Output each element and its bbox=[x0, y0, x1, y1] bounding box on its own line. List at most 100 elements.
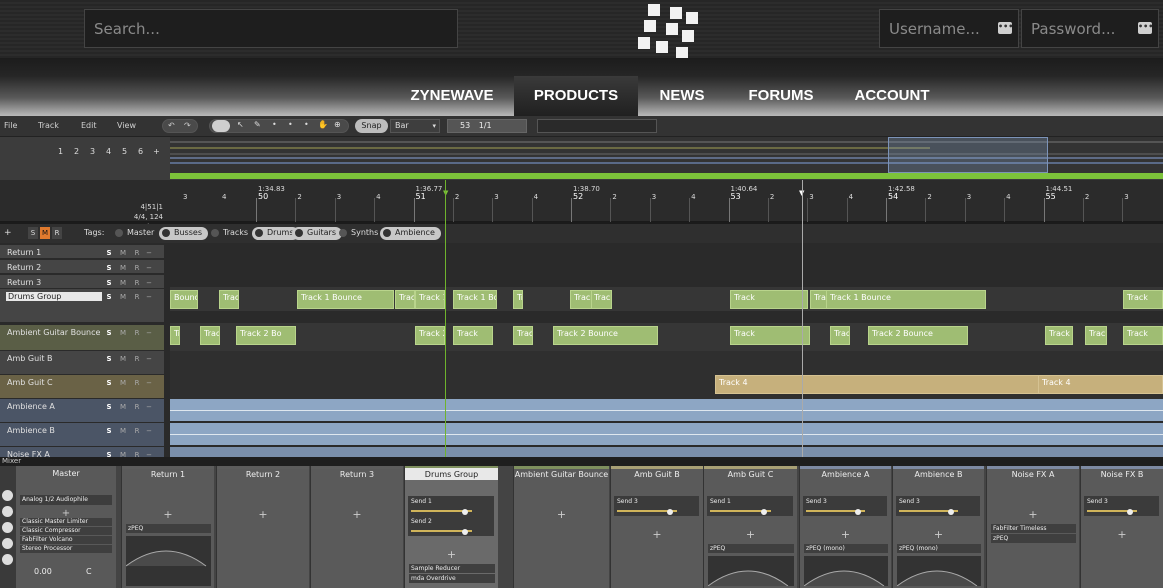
clip[interactable]: Track bbox=[395, 290, 415, 309]
erase-tool-icon[interactable]: • bbox=[272, 120, 277, 129]
clip[interactable]: Track 1 Bo bbox=[453, 290, 497, 309]
send-level-knob[interactable] bbox=[667, 509, 673, 515]
add-plugin-icon[interactable]: + bbox=[800, 528, 891, 541]
tag-tracks[interactable]: Tracks bbox=[208, 227, 254, 240]
track-solo-button[interactable]: S bbox=[104, 426, 114, 437]
tag-master[interactable]: Master bbox=[112, 227, 160, 240]
overview-map[interactable] bbox=[170, 137, 1163, 173]
plugin-slot[interactable]: zPEQ bbox=[708, 544, 794, 553]
add-plugin-icon[interactable]: + bbox=[311, 508, 403, 521]
playhead[interactable] bbox=[445, 180, 446, 457]
track-header[interactable]: Amb Guit C S M R − bbox=[0, 375, 164, 399]
screen-6[interactable]: 6 bbox=[134, 145, 147, 158]
tag-busses[interactable]: Busses bbox=[159, 227, 208, 240]
send-level-knob[interactable] bbox=[948, 509, 954, 515]
nav-news[interactable]: NEWS bbox=[644, 76, 720, 116]
undo-redo-group[interactable]: ↶ ↷ bbox=[162, 119, 198, 133]
add-plugin-icon[interactable]: + bbox=[987, 508, 1079, 521]
screen-5[interactable]: 5 bbox=[118, 145, 131, 158]
track-record-button[interactable]: R bbox=[132, 278, 142, 289]
track-record-button[interactable]: R bbox=[132, 450, 142, 457]
track-options-icon[interactable]: − bbox=[144, 378, 154, 389]
track-record-button[interactable]: R bbox=[132, 402, 142, 413]
clip[interactable]: Track 4 bbox=[1038, 375, 1163, 394]
master-plugin-4[interactable]: Stereo Processor bbox=[20, 545, 112, 553]
track-mute-button[interactable]: M bbox=[118, 426, 128, 437]
clip[interactable]: Track bbox=[453, 326, 493, 345]
menu-edit[interactable]: Edit bbox=[81, 121, 97, 130]
clip[interactable]: Bounce bbox=[170, 290, 198, 309]
track-options-icon[interactable]: − bbox=[144, 292, 154, 303]
clip[interactable]: Track 1 Bo bbox=[513, 290, 523, 309]
tag-ambience[interactable]: Ambience bbox=[380, 227, 441, 240]
screen-4[interactable]: 4 bbox=[102, 145, 115, 158]
plugin-slot[interactable]: mda Overdrive bbox=[409, 574, 495, 583]
track-header[interactable]: Amb Guit B S M R − bbox=[0, 351, 164, 375]
send-slot[interactable]: Send 3 bbox=[896, 496, 980, 516]
clip[interactable]: Track 2 Bounce bbox=[553, 326, 658, 345]
grid-select[interactable]: Bar ▾ bbox=[390, 119, 440, 133]
screen-3[interactable]: 3 bbox=[86, 145, 99, 158]
ambience-lanes[interactable] bbox=[170, 399, 1163, 457]
clip[interactable]: Track 1 Bo bbox=[415, 290, 445, 309]
track-solo-button[interactable]: S bbox=[104, 248, 114, 259]
track-record-button[interactable]: R bbox=[132, 354, 142, 365]
clip[interactable]: Track 4 bbox=[715, 375, 1045, 394]
plugin-slot[interactable]: zPEQ (mono) bbox=[804, 544, 888, 553]
send-slot[interactable]: Send 2 bbox=[408, 516, 494, 536]
clip[interactable]: Track 2 Bounce bbox=[868, 326, 968, 345]
track-mute-button[interactable]: M bbox=[118, 378, 128, 389]
username-field[interactable]: Username... ••• bbox=[879, 9, 1019, 48]
track-header[interactable]: Return 1 S M R − bbox=[0, 245, 164, 259]
track-solo-button[interactable]: S bbox=[104, 450, 114, 457]
ambguitb-lane[interactable] bbox=[170, 351, 1163, 375]
site-logo[interactable] bbox=[636, 1, 700, 59]
plugin-slot[interactable]: FabFilter Timeless bbox=[991, 524, 1076, 533]
tags-solo-button[interactable]: S bbox=[28, 227, 38, 239]
track-record-button[interactable]: R bbox=[132, 426, 142, 437]
tags-mute-button[interactable]: M bbox=[40, 227, 50, 239]
glue-tool-icon[interactable]: • bbox=[304, 120, 309, 129]
plugin-slot[interactable]: zPEQ bbox=[991, 534, 1076, 543]
track-options-icon[interactable]: − bbox=[144, 248, 154, 259]
split-tool-icon[interactable]: • bbox=[288, 120, 293, 129]
track-solo-button[interactable]: S bbox=[104, 278, 114, 289]
master-plugin-1[interactable]: Classic Master Limiter bbox=[20, 518, 112, 526]
track-record-button[interactable]: R bbox=[132, 328, 142, 339]
track-mute-button[interactable]: M bbox=[118, 248, 128, 259]
nav-account[interactable]: ACCOUNT bbox=[842, 76, 942, 116]
overview-viewport[interactable] bbox=[888, 137, 1048, 173]
timeline-ruler[interactable]: 4|51|1 4/4, 124 bpm 1:34.83502341:36.775… bbox=[0, 180, 1163, 231]
track-mute-button[interactable]: M bbox=[118, 328, 128, 339]
drums-lane[interactable]: BounceTrackTrack 1 BounceTrackTrack 1 Bo… bbox=[170, 287, 1163, 311]
master-preset-select[interactable]: Analog 1/2 Audiophile bbox=[20, 495, 112, 505]
clip[interactable]: Track 2 Bo bbox=[415, 326, 445, 345]
pointer-tool-icon[interactable]: ↖ bbox=[237, 120, 244, 129]
send-slot[interactable]: Send 1 bbox=[707, 496, 793, 516]
clip[interactable]: Track bbox=[1085, 326, 1107, 345]
clip[interactable]: Track 2 Bo bbox=[236, 326, 296, 345]
track-header[interactable]: Return 3 S M R − bbox=[0, 275, 164, 289]
track-header[interactable]: Ambience A S M R − bbox=[0, 399, 164, 423]
track-options-icon[interactable]: − bbox=[144, 354, 154, 365]
track-solo-button[interactable]: S bbox=[104, 378, 114, 389]
ambience-b-audio[interactable] bbox=[170, 423, 1163, 445]
track-record-button[interactable]: R bbox=[132, 378, 142, 389]
clip[interactable]: Track bbox=[730, 290, 808, 309]
track-options-icon[interactable]: − bbox=[144, 328, 154, 339]
track-options-icon[interactable]: − bbox=[144, 450, 154, 457]
track-mute-button[interactable]: M bbox=[118, 278, 128, 289]
screen-2[interactable]: 2 bbox=[70, 145, 83, 158]
add-track-icon[interactable]: + bbox=[4, 228, 12, 238]
master-volume[interactable]: 0.00 bbox=[34, 567, 52, 576]
username-dots-button[interactable]: ••• bbox=[998, 22, 1013, 34]
clip[interactable]: Track bbox=[1123, 290, 1163, 309]
track-mute-button[interactable]: M bbox=[118, 354, 128, 365]
clip[interactable]: Track bbox=[830, 326, 850, 345]
track-header[interactable]: Return 2 S M R − bbox=[0, 260, 164, 274]
nav-zynewave[interactable]: ZYNEWAVE bbox=[396, 76, 508, 116]
mixer-eq-icon[interactable] bbox=[2, 538, 13, 549]
menu-track[interactable]: Track bbox=[38, 121, 59, 130]
loop-range-bar[interactable] bbox=[170, 173, 1163, 179]
clip[interactable]: Track 2 Bounce bbox=[513, 326, 533, 345]
